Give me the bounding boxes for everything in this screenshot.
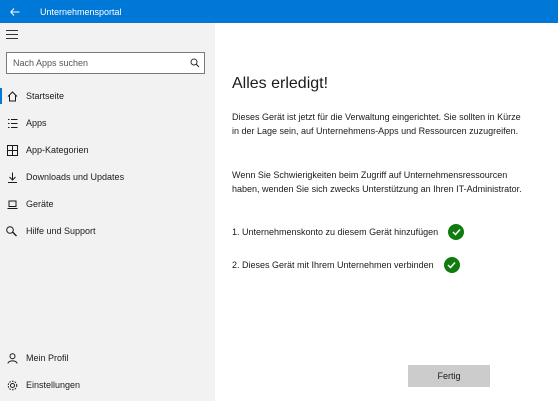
download-icon xyxy=(6,171,18,183)
sidebar-item-einstellungen[interactable]: Einstellungen xyxy=(0,372,215,398)
laptop-icon xyxy=(6,198,18,210)
sidebar-item-label: Geräte xyxy=(26,199,54,209)
sidebar: Startseite Apps App-Kategorien Downloads… xyxy=(0,23,215,401)
hamburger-icon[interactable] xyxy=(6,30,18,40)
sidebar-item-apps[interactable]: Apps xyxy=(0,110,215,136)
help-icon xyxy=(6,225,18,237)
back-arrow-icon[interactable] xyxy=(0,0,30,23)
checkmark-icon xyxy=(448,224,465,240)
grid-icon xyxy=(6,144,18,156)
search-input[interactable] xyxy=(7,58,186,68)
home-icon xyxy=(6,90,18,102)
sidebar-item-label: App-Kategorien xyxy=(26,145,89,155)
done-button[interactable]: Fertig xyxy=(408,365,490,387)
sidebar-item-label: Einstellungen xyxy=(26,380,81,390)
step-connect-device: 2. Dieses Gerät mit Ihrem Unternehmen ve… xyxy=(232,257,460,273)
step-label: 1. Unternehmenskonto zu diesem Gerät hin… xyxy=(232,227,439,237)
gear-icon xyxy=(6,379,18,391)
search-icon[interactable] xyxy=(186,53,204,73)
support-text: Wenn Sie Schwierigkeiten beim Zugriff au… xyxy=(232,170,522,194)
sidebar-item-mein-profil[interactable]: Mein Profil xyxy=(0,345,215,371)
app-title: Unternehmensportal xyxy=(40,6,122,17)
page-title: Alles erledigt! xyxy=(232,75,329,92)
sidebar-item-app-kategorien[interactable]: App-Kategorien xyxy=(0,137,215,163)
confirmation-text: Dieses Gerät ist jetzt für die Verwaltun… xyxy=(232,112,521,136)
person-icon xyxy=(6,352,18,364)
apps-list-icon xyxy=(6,117,18,129)
step-label: 2. Dieses Gerät mit Ihrem Unternehmen ve… xyxy=(232,260,434,270)
title-bar: Unternehmensportal xyxy=(0,0,558,23)
sidebar-item-label: Startseite xyxy=(26,91,65,101)
main-content: Alles erledigt! Dieses Gerät ist jetzt f… xyxy=(215,23,558,401)
sidebar-item-startseite[interactable]: Startseite xyxy=(0,83,215,109)
sidebar-item-downloads[interactable]: Downloads und Updates xyxy=(0,164,215,190)
sidebar-item-geraete[interactable]: Geräte xyxy=(0,191,215,217)
checkmark-icon xyxy=(443,257,460,273)
search-box xyxy=(6,52,205,74)
step-add-account: 1. Unternehmenskonto zu diesem Gerät hin… xyxy=(232,224,465,240)
sidebar-item-label: Apps xyxy=(26,118,47,128)
sidebar-item-label: Downloads und Updates xyxy=(26,172,125,182)
sidebar-item-label: Mein Profil xyxy=(26,353,69,363)
sidebar-item-label: Hilfe und Support xyxy=(26,226,96,236)
sidebar-item-hilfe[interactable]: Hilfe und Support xyxy=(0,218,215,244)
